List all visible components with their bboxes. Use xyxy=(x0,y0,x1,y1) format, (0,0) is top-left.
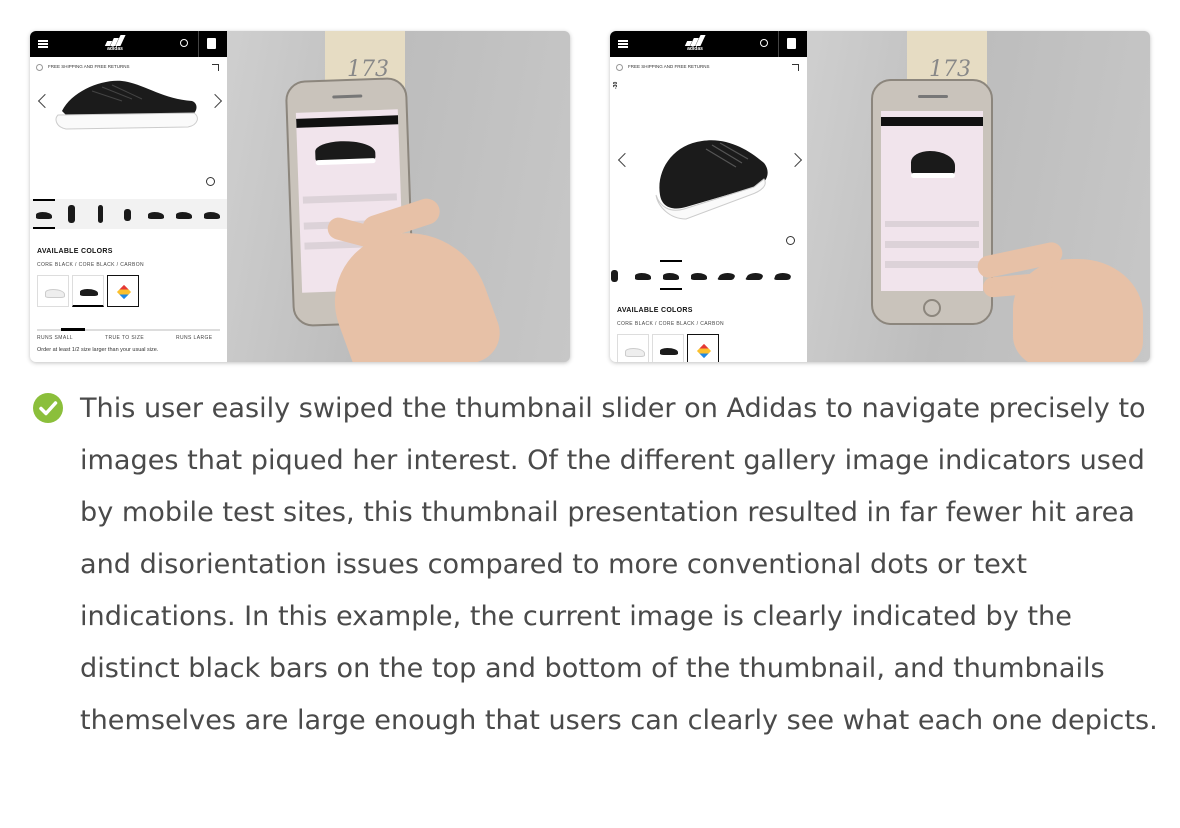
color-swatch-black[interactable] xyxy=(72,275,104,307)
adidas-logo[interactable]: adidas xyxy=(102,35,128,52)
color-swatch-white[interactable] xyxy=(617,334,649,362)
top-nav-bar: adidas xyxy=(30,31,227,57)
fit-label-small: RUNS SMALL xyxy=(37,335,73,341)
search-icon[interactable] xyxy=(760,39,768,47)
thumbnail[interactable] xyxy=(772,264,794,286)
thumbnail-slider[interactable] xyxy=(30,199,227,229)
zoom-icon[interactable] xyxy=(206,177,215,186)
color-name: CORE BLACK / CORE BLACK / CARBON xyxy=(617,321,724,327)
color-swatch-white[interactable] xyxy=(37,275,69,307)
logo-text: adidas xyxy=(687,46,703,52)
expand-icon[interactable] xyxy=(792,64,799,71)
thumbnail[interactable] xyxy=(716,264,738,286)
screenshot-left: adidas FREE SHIPPING AND FREE RETURNS AV… xyxy=(30,31,570,362)
thumbnail-active[interactable] xyxy=(33,199,55,229)
test-session-photo: 173 xyxy=(807,31,1150,362)
phone-device xyxy=(871,79,993,325)
thumbnail[interactable] xyxy=(117,203,139,225)
thumbnail[interactable] xyxy=(744,264,766,286)
product-shoe-image xyxy=(655,140,768,220)
divider xyxy=(198,31,199,57)
thumbnail[interactable] xyxy=(201,203,223,225)
divider xyxy=(778,31,779,57)
size-fit-bar xyxy=(37,328,220,331)
expand-icon[interactable] xyxy=(212,64,219,71)
shipping-banner: FREE SHIPPING AND FREE RETURNS xyxy=(628,64,710,69)
thumbnail[interactable] xyxy=(145,203,167,225)
test-session-photo: 173 xyxy=(227,31,570,362)
color-swatch-multicolor[interactable] xyxy=(687,334,719,362)
color-swatch-multicolor[interactable] xyxy=(107,275,139,307)
thumbnail[interactable] xyxy=(89,203,111,225)
search-icon[interactable] xyxy=(180,39,188,47)
shipping-icon xyxy=(36,64,43,71)
available-colors-title: AVAILABLE COLORS xyxy=(617,307,693,314)
check-circle-icon xyxy=(33,393,63,423)
next-image-arrow[interactable] xyxy=(207,93,223,109)
logo-text: adidas xyxy=(107,46,123,52)
thumbnail[interactable] xyxy=(173,203,195,225)
bag-icon[interactable] xyxy=(207,38,216,49)
menu-icon[interactable] xyxy=(618,40,628,48)
thumbnail[interactable] xyxy=(61,203,83,225)
fit-label-true: TRUE TO SIZE xyxy=(105,335,145,341)
thumbnail[interactable] xyxy=(688,264,710,286)
available-colors-title: AVAILABLE COLORS xyxy=(37,248,113,255)
color-swatch-black[interactable] xyxy=(652,334,684,362)
thumbnail[interactable] xyxy=(610,264,626,286)
next-image-arrow[interactable] xyxy=(787,152,803,168)
mobile-product-page: adidas FREE SHIPPING AND FREE RETURNS -3… xyxy=(610,31,807,362)
color-name: CORE BLACK / CORE BLACK / CARBON xyxy=(37,262,144,268)
thumbnail[interactable] xyxy=(632,264,654,286)
shipping-banner: FREE SHIPPING AND FREE RETURNS xyxy=(48,64,130,69)
shipping-icon xyxy=(616,64,623,71)
product-shoe-image xyxy=(55,80,198,130)
zoom-icon[interactable] xyxy=(786,236,795,245)
screenshot-right: adidas FREE SHIPPING AND FREE RETURNS -3… xyxy=(610,31,1150,362)
thumbnail-active[interactable] xyxy=(660,260,682,290)
fit-label-large: RUNS LARGE xyxy=(176,335,213,341)
price-tag: -30 xyxy=(613,81,619,89)
thumbnail-slider[interactable] xyxy=(610,260,807,290)
bag-icon[interactable] xyxy=(787,38,796,49)
mobile-product-page: adidas FREE SHIPPING AND FREE RETURNS AV… xyxy=(30,31,227,362)
fit-note: Order at least 1/2 size larger than your… xyxy=(37,347,159,353)
adidas-logo[interactable]: adidas xyxy=(682,35,708,52)
prev-image-arrow[interactable] xyxy=(37,93,53,109)
menu-icon[interactable] xyxy=(38,40,48,48)
prev-image-arrow[interactable] xyxy=(617,152,633,168)
top-nav-bar: adidas xyxy=(610,31,807,57)
caption-text: This user easily swiped the thumbnail sl… xyxy=(80,393,1158,736)
